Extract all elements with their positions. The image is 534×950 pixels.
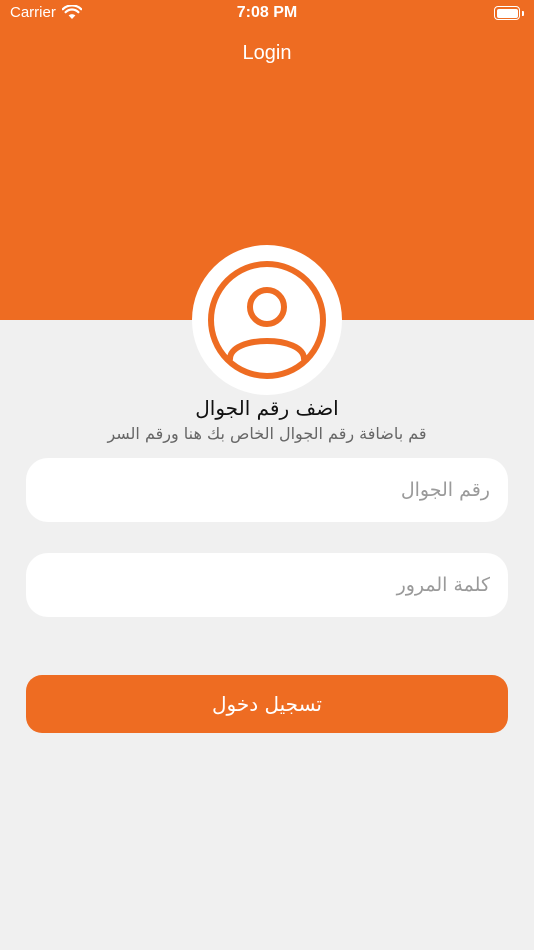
- phone-input[interactable]: [26, 458, 508, 522]
- nav-title: Login: [242, 42, 292, 64]
- password-input[interactable]: [26, 553, 508, 617]
- status-bar: Carrier 7:08 PM: [0, 0, 534, 28]
- page-subtitle: قم باضافة رقم الجوال الخاص بك هنا ورقم ا…: [107, 424, 427, 443]
- user-avatar-icon: [208, 261, 326, 379]
- status-time: 7:08 PM: [236, 4, 298, 21]
- login-button[interactable]: تسجيل دخول: [26, 675, 508, 733]
- battery-icon: [494, 6, 524, 20]
- page-title: اضف رقم الجوال: [195, 396, 339, 420]
- avatar: [192, 245, 342, 395]
